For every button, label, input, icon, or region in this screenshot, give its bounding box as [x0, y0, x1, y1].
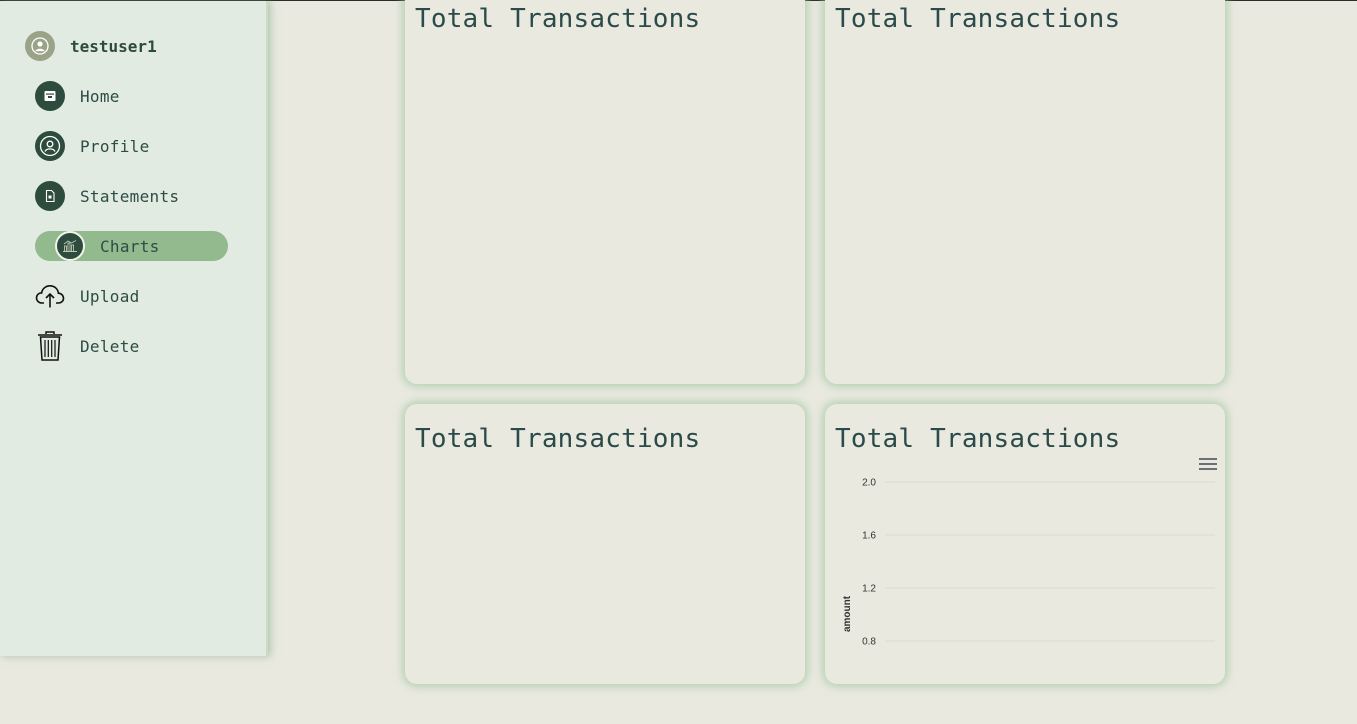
sidebar: testuser1 Home Profile Statements Charts… — [0, 1, 268, 656]
nav-label-upload: Upload — [80, 286, 140, 306]
nav-item-statements[interactable]: Statements — [35, 181, 179, 211]
statements-icon — [35, 181, 65, 211]
user-avatar-icon — [25, 31, 55, 61]
profile-icon — [35, 131, 65, 161]
card-title: Total Transactions — [835, 424, 1121, 454]
y-tick-label: 1.2 — [862, 584, 876, 595]
trash-icon — [35, 331, 65, 361]
card-title: Total Transactions — [415, 424, 701, 454]
nav-item-upload[interactable]: Upload — [35, 281, 140, 311]
nav-item-home[interactable]: Home — [35, 81, 120, 111]
nav-label-home: Home — [80, 86, 120, 106]
nav-label-delete: Delete — [80, 336, 140, 356]
y-tick-label: 1.6 — [862, 531, 876, 542]
chart-card-4: Total Transactions 2.0 1.6 1.2 0.8 amount — [825, 404, 1225, 684]
upload-icon — [35, 281, 65, 311]
nav-label-profile: Profile — [80, 136, 150, 156]
home-icon — [35, 81, 65, 111]
charts-icon — [55, 231, 85, 261]
y-tick-label: 2.0 — [862, 478, 876, 489]
card-title: Total Transactions — [835, 4, 1121, 34]
chart-card-3: Total Transactions — [405, 404, 805, 684]
user-info: testuser1 — [25, 31, 157, 61]
y-tick-label: 0.8 — [862, 637, 876, 648]
chart-card-2: Total Transactions — [825, 0, 1225, 384]
y-axis-title: amount — [842, 595, 853, 632]
chart-card-1: Total Transactions — [405, 0, 805, 384]
transactions-chart: 2.0 1.6 1.2 0.8 amount — [842, 478, 1215, 648]
nav-item-delete[interactable]: Delete — [35, 331, 140, 361]
nav-label-statements: Statements — [80, 186, 180, 206]
nav-item-profile[interactable]: Profile — [35, 131, 150, 161]
nav-item-charts[interactable]: Charts — [35, 231, 228, 261]
nav-label-charts: Charts — [100, 236, 160, 256]
username: testuser1 — [70, 36, 157, 56]
card-title: Total Transactions — [415, 4, 701, 34]
